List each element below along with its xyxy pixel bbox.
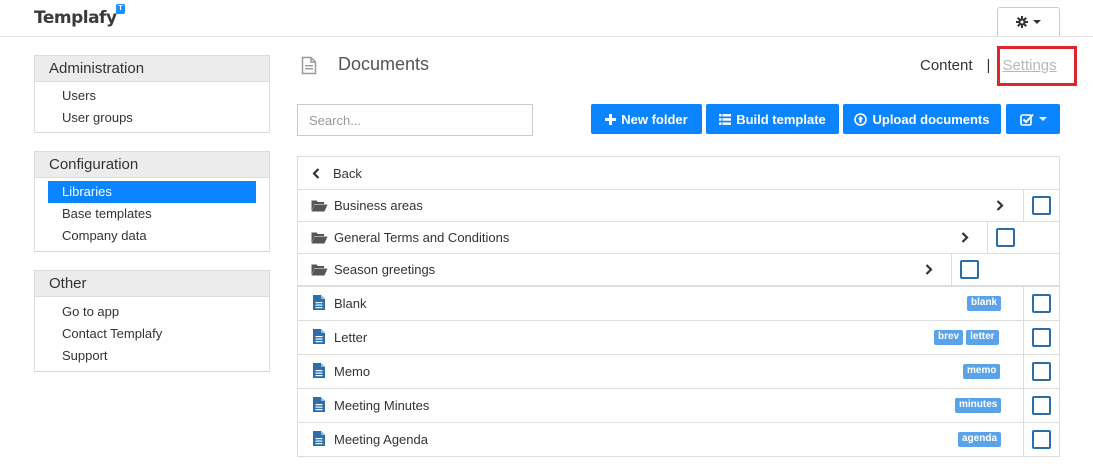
configuration-heading: Configuration bbox=[35, 152, 269, 178]
row-checkbox[interactable] bbox=[1032, 328, 1051, 347]
other-panel: Other Go to app Contact Templafy Support bbox=[34, 270, 270, 372]
chevron-right-icon[interactable] bbox=[961, 232, 969, 243]
folder-open-icon bbox=[311, 200, 328, 212]
row-checkbox[interactable] bbox=[996, 228, 1015, 247]
file-text-icon bbox=[313, 397, 325, 412]
file-text-icon bbox=[313, 431, 325, 446]
top-bar: Templafy T bbox=[0, 0, 1093, 37]
folder-name: General Terms and Conditions bbox=[334, 230, 510, 245]
upload-icon bbox=[854, 112, 868, 126]
documents-list: Back Business areas General Terms and Co… bbox=[297, 156, 1060, 457]
tag-badge[interactable]: brev bbox=[934, 330, 964, 345]
row-checkbox[interactable] bbox=[1032, 294, 1051, 313]
tag-badge[interactable]: minutes bbox=[955, 398, 1002, 413]
tag-badge[interactable]: agenda bbox=[958, 432, 1002, 447]
folder-name: Season greetings bbox=[334, 262, 436, 277]
column-divider bbox=[1023, 321, 1024, 354]
document-name: Blank bbox=[334, 296, 367, 311]
document-name: Meeting Agenda bbox=[334, 432, 428, 447]
file-text-icon bbox=[313, 295, 325, 310]
chevron-down-icon bbox=[1038, 117, 1047, 121]
sidebar-item-company-data[interactable]: Company data bbox=[48, 225, 256, 247]
column-divider bbox=[1023, 287, 1024, 320]
document-row[interactable]: Meeting Minutes minutes bbox=[298, 389, 1059, 423]
administration-panel: Administration Users User groups bbox=[34, 55, 270, 133]
row-checkbox[interactable] bbox=[1032, 196, 1051, 215]
row-checkbox[interactable] bbox=[1032, 362, 1051, 381]
check-square-icon bbox=[1019, 113, 1034, 126]
folder-open-icon bbox=[311, 232, 328, 244]
highlight-box bbox=[997, 46, 1077, 86]
build-template-button[interactable]: Build template bbox=[706, 104, 839, 134]
tag-badge[interactable]: letter bbox=[966, 330, 999, 345]
settings-dropdown-button[interactable] bbox=[997, 7, 1060, 36]
chevron-right-icon[interactable] bbox=[925, 264, 933, 275]
nav-separator: | bbox=[986, 57, 991, 74]
plus-icon bbox=[605, 113, 617, 125]
logo-badge: T bbox=[116, 4, 125, 14]
column-divider bbox=[1023, 423, 1024, 456]
column-divider bbox=[1023, 190, 1024, 221]
sidebar-item-contact-templafy[interactable]: Contact Templafy bbox=[48, 323, 256, 345]
folder-row[interactable]: Business areas bbox=[298, 190, 1059, 222]
sidebar-item-libraries[interactable]: Libraries bbox=[48, 181, 256, 203]
column-divider bbox=[951, 254, 952, 285]
gear-icon bbox=[1016, 16, 1028, 28]
folder-name: Business areas bbox=[334, 198, 423, 213]
document-name: Memo bbox=[334, 364, 371, 379]
bulk-select-dropdown-button[interactable] bbox=[1006, 104, 1060, 134]
sidebar-item-go-to-app[interactable]: Go to app bbox=[48, 301, 256, 323]
folder-row[interactable]: General Terms and Conditions bbox=[298, 222, 1059, 254]
build-template-label: Build template bbox=[736, 111, 826, 127]
file-text-icon bbox=[313, 329, 325, 344]
back-row[interactable]: Back bbox=[298, 157, 1059, 190]
list-icon bbox=[719, 113, 732, 125]
document-icon bbox=[301, 56, 317, 75]
sidebar-item-support[interactable]: Support bbox=[48, 345, 256, 367]
row-checkbox[interactable] bbox=[960, 260, 979, 279]
other-heading: Other bbox=[35, 271, 269, 297]
column-divider bbox=[1023, 355, 1024, 388]
administration-heading: Administration bbox=[35, 56, 269, 82]
content-link[interactable]: Content bbox=[920, 57, 973, 74]
page-title: Documents bbox=[338, 54, 430, 74]
templafy-logo[interactable]: Templafy bbox=[34, 8, 117, 28]
back-label: Back bbox=[333, 165, 362, 181]
folder-row[interactable]: Season greetings bbox=[298, 254, 1059, 287]
upload-documents-button[interactable]: Upload documents bbox=[843, 104, 1001, 134]
sidebar-item-users[interactable]: Users bbox=[48, 85, 256, 107]
new-folder-label: New folder bbox=[621, 111, 688, 127]
upload-documents-label: Upload documents bbox=[872, 111, 990, 127]
row-checkbox[interactable] bbox=[1032, 396, 1051, 415]
folder-open-icon bbox=[311, 264, 328, 276]
chevron-left-icon bbox=[312, 168, 320, 179]
document-row[interactable]: Letter brev letter bbox=[298, 321, 1059, 355]
document-name: Letter bbox=[334, 330, 368, 345]
sidebar-item-base-templates[interactable]: Base templates bbox=[48, 203, 256, 225]
document-row[interactable]: Memo memo bbox=[298, 355, 1059, 389]
tag-badge[interactable]: blank bbox=[967, 296, 1002, 311]
chevron-right-icon[interactable] bbox=[996, 200, 1004, 211]
chevron-down-icon bbox=[1033, 20, 1041, 24]
document-row[interactable]: Meeting Agenda agenda bbox=[298, 423, 1059, 457]
column-divider bbox=[1023, 389, 1024, 422]
column-divider bbox=[987, 222, 988, 253]
configuration-panel: Configuration Libraries Base templates C… bbox=[34, 151, 270, 252]
document-row[interactable]: Blank blank bbox=[298, 287, 1059, 321]
tag-badge[interactable]: memo bbox=[963, 364, 1001, 379]
new-folder-button[interactable]: New folder bbox=[591, 104, 702, 134]
sidebar-item-user-groups[interactable]: User groups bbox=[48, 107, 256, 129]
document-name: Meeting Minutes bbox=[334, 398, 430, 413]
search-input[interactable] bbox=[297, 104, 533, 136]
file-text-icon bbox=[313, 363, 325, 378]
row-checkbox[interactable] bbox=[1032, 430, 1051, 449]
